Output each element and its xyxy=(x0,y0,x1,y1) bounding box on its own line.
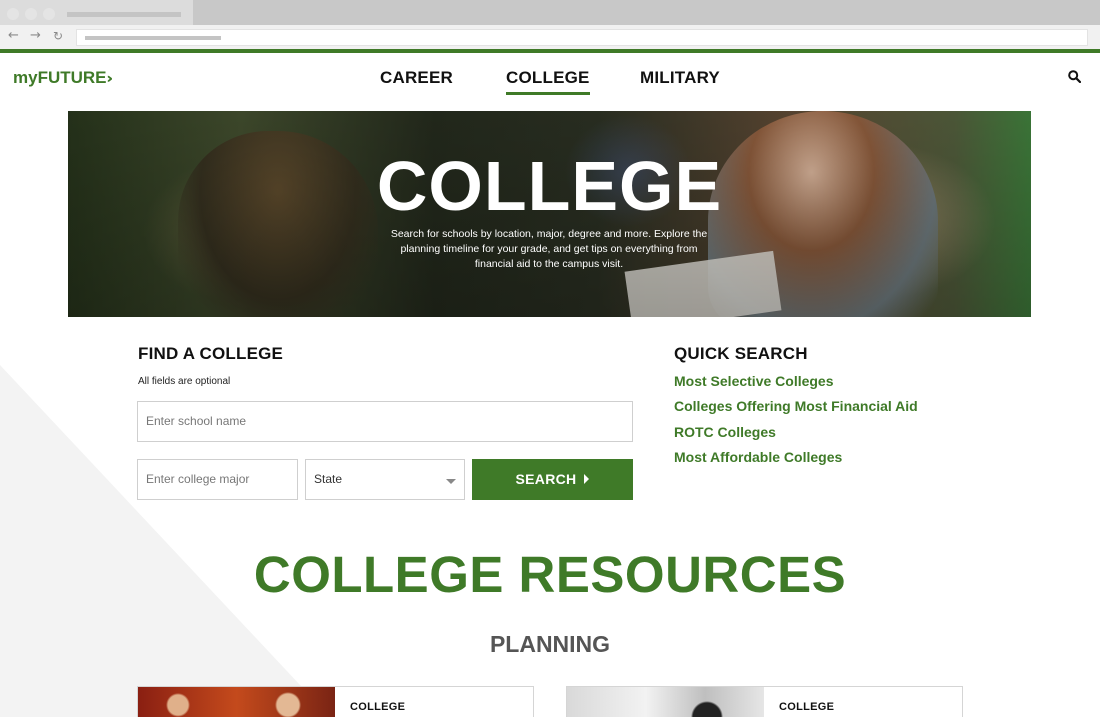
quick-link-most-selective[interactable]: Most Selective Colleges xyxy=(674,373,834,389)
site-logo[interactable]: myFUTURE›› xyxy=(13,68,112,88)
find-college-heading: FIND A COLLEGE xyxy=(138,344,284,363)
quick-link-financial-aid[interactable]: Colleges Offering Most Financial Aid xyxy=(674,398,918,414)
search-icon[interactable] xyxy=(1068,70,1081,83)
resource-card[interactable]: COLLEGE xyxy=(566,686,963,717)
chevron-down-icon xyxy=(446,479,456,484)
search-button-label: SEARCH xyxy=(515,471,577,487)
browser-tab[interactable] xyxy=(0,0,193,25)
card-label: COLLEGE xyxy=(350,701,406,713)
reload-icon[interactable]: ↻ xyxy=(53,28,63,44)
school-name-input[interactable]: Enter school name xyxy=(137,401,633,442)
address-text-placeholder xyxy=(85,36,221,40)
card-image xyxy=(138,687,335,717)
quick-link-rotc[interactable]: ROTC Colleges xyxy=(674,424,776,440)
play-arrow-icon xyxy=(584,474,590,484)
forward-arrow-icon[interactable]: → xyxy=(30,28,41,44)
nav-career[interactable]: CAREER xyxy=(380,68,453,88)
resources-title: COLLEGE RESOURCES xyxy=(253,546,847,603)
logo-chevron-icon: ›› xyxy=(106,71,112,87)
window-close-dot[interactable] xyxy=(7,8,19,20)
state-select[interactable]: State xyxy=(305,459,465,500)
hero-banner: COLLEGE Search for schools by location, … xyxy=(68,111,1031,317)
quick-link-affordable[interactable]: Most Affordable Colleges xyxy=(674,449,842,465)
tab-title-placeholder xyxy=(67,12,181,17)
quick-search-heading: QUICK SEARCH xyxy=(674,344,808,363)
logo-text: myFUTURE xyxy=(13,68,107,87)
college-major-input[interactable]: Enter college major xyxy=(137,459,298,500)
resource-card[interactable]: COLLEGE xyxy=(137,686,534,717)
hero-title: COLLEGE xyxy=(376,147,723,225)
back-arrow-icon[interactable]: ← xyxy=(8,28,19,44)
nav-college[interactable]: COLLEGE xyxy=(506,68,590,95)
card-image xyxy=(567,687,764,717)
search-button[interactable]: SEARCH xyxy=(472,459,633,500)
school-name-placeholder: Enter school name xyxy=(146,414,247,428)
brand-accent-line xyxy=(0,49,1100,53)
window-minimize-dot[interactable] xyxy=(25,8,37,20)
window-maximize-dot[interactable] xyxy=(43,8,55,20)
address-bar[interactable] xyxy=(76,29,1088,46)
college-major-placeholder: Enter college major xyxy=(146,472,250,486)
state-select-value: State xyxy=(314,472,343,486)
planning-subtitle: PLANNING xyxy=(489,631,611,657)
card-label: COLLEGE xyxy=(779,701,835,713)
nav-military[interactable]: MILITARY xyxy=(640,68,720,88)
optional-note: All fields are optional xyxy=(138,376,231,387)
hero-subtitle: Search for schools by location, major, d… xyxy=(390,228,708,270)
